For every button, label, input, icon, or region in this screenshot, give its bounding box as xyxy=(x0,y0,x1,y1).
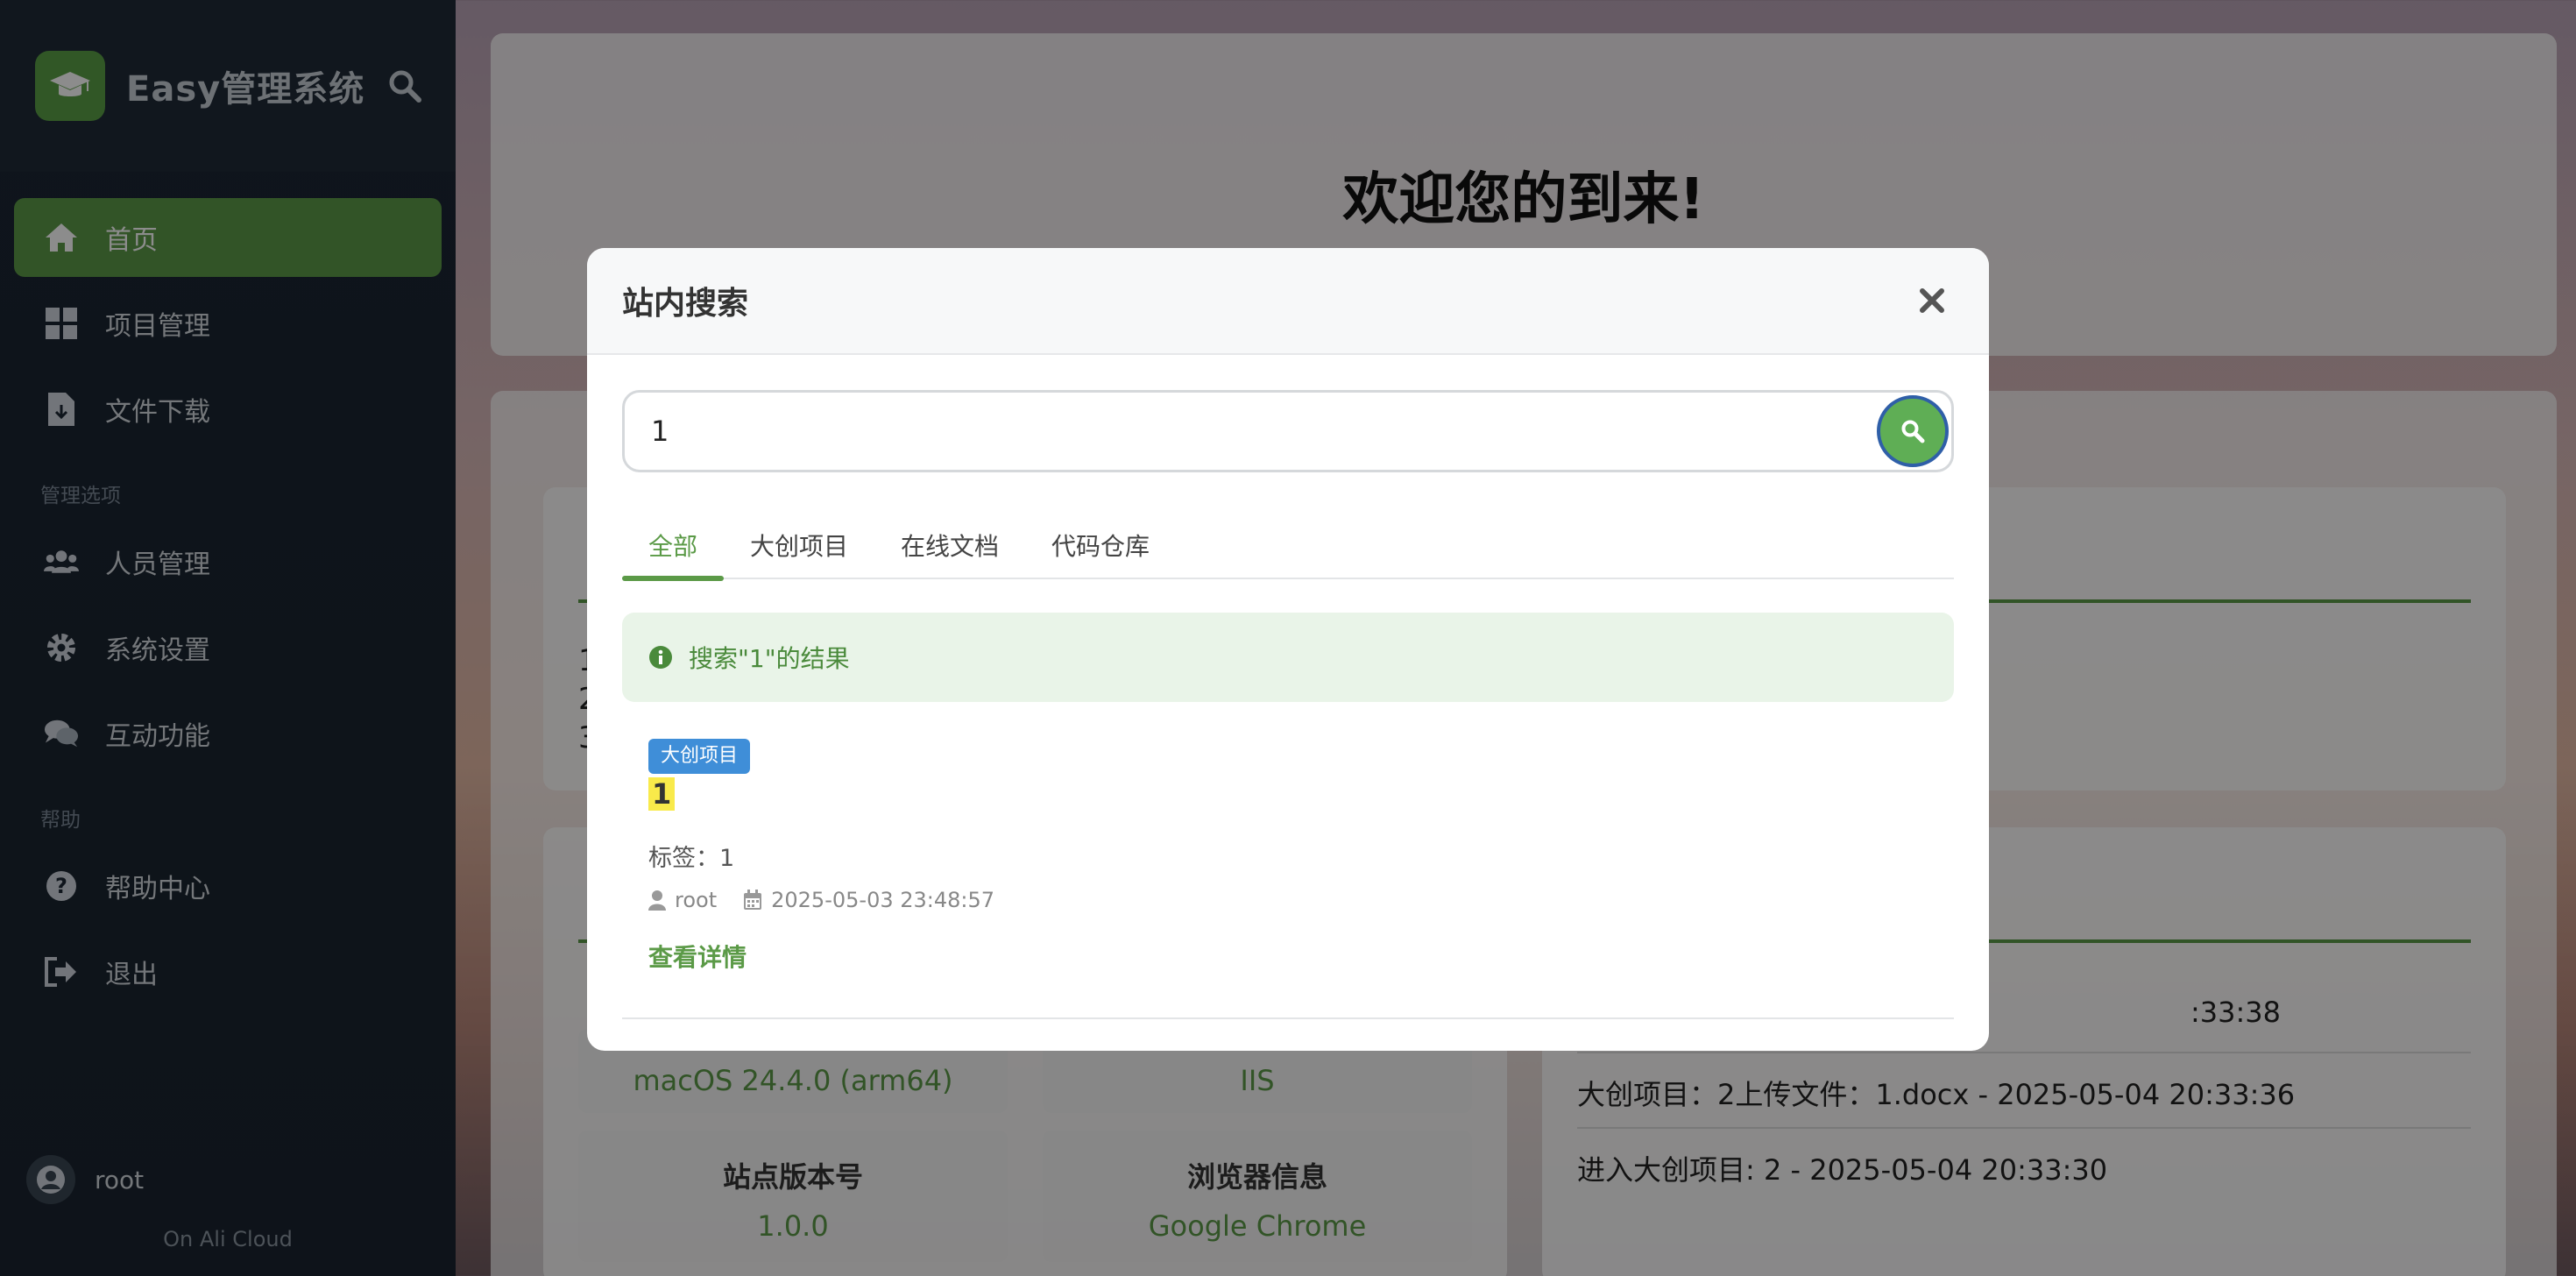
search-result-item: 大创项目 1 标签：1 root 2025-05-03 23:48:57 查看详… xyxy=(622,739,1954,1019)
user-icon xyxy=(648,890,666,911)
category-badge: 大创项目 xyxy=(648,739,751,774)
search-bar xyxy=(622,390,1954,472)
tab-code-repo[interactable]: 代码仓库 xyxy=(1025,525,1176,579)
search-button[interactable] xyxy=(1877,395,1949,467)
close-icon[interactable] xyxy=(1910,279,1954,323)
tab-all[interactable]: 全部 xyxy=(622,525,725,581)
result-title[interactable]: 1 xyxy=(648,777,676,811)
date-text: 2025-05-03 23:48:57 xyxy=(771,888,995,912)
search-input[interactable] xyxy=(622,390,1954,472)
modal-title: 站内搜索 xyxy=(622,286,749,322)
search-tabs: 全部 大创项目 在线文档 代码仓库 xyxy=(622,525,1954,581)
modal-header: 站内搜索 xyxy=(587,248,1989,355)
author-name: root xyxy=(675,888,718,912)
tab-projects[interactable]: 大创项目 xyxy=(724,525,874,579)
search-icon xyxy=(1901,420,1925,443)
result-banner: 搜索"1"的结果 xyxy=(622,613,1954,702)
result-date: 2025-05-03 23:48:57 xyxy=(743,888,994,912)
view-details-link[interactable]: 查看详情 xyxy=(648,939,747,974)
result-author: root xyxy=(648,888,717,912)
result-tags: 标签：1 xyxy=(648,845,735,872)
result-banner-text: 搜索"1"的结果 xyxy=(689,644,850,673)
tab-online-docs[interactable]: 在线文档 xyxy=(874,525,1025,579)
site-search-modal: 站内搜索 全部 大创项目 在线文档 代码仓库 搜索"1"的结果 大创项目 1 标… xyxy=(587,248,1989,1051)
calendar-icon xyxy=(743,890,762,911)
result-meta: root 2025-05-03 23:48:57 xyxy=(648,888,1021,912)
info-icon xyxy=(648,645,673,670)
